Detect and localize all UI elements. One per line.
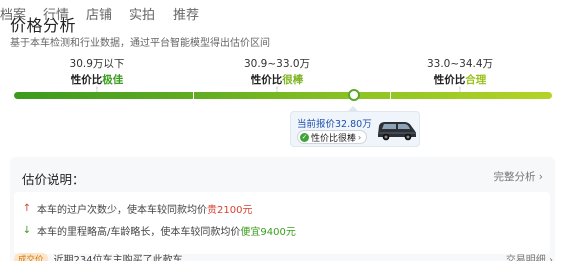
check-circle-icon: ✓ [300, 132, 309, 142]
arrow-down-icon: ↓ [22, 225, 32, 236]
current-price-card[interactable]: 当前报价32.80万 ✓ 性价比很棒 › [290, 106, 420, 147]
tab-store[interactable]: 店铺 [86, 4, 112, 23]
price-range-reasonable: 33.0~34.4万 性价比合理 ¦ [405, 56, 515, 94]
deal-badge: 成交价 [14, 252, 48, 261]
value-rating-badge[interactable]: ✓ 性价比很棒 › [297, 130, 368, 144]
range-price: 30.9万以下 [69, 58, 125, 70]
reason-text: 本车的里程略高/车龄略长，使本车较同款均价 [37, 227, 241, 238]
bar-divider [390, 92, 391, 99]
full-analysis-link[interactable]: 完整分析 › [493, 169, 543, 184]
valuation-explanation-card: 估价说明： 完整分析 › ↑ 本车的过户次数少，使本车较同款均价 贵2100元 … [10, 157, 555, 261]
range-level: 极佳 [102, 74, 124, 86]
arrow-up-icon: ↑ [22, 203, 32, 214]
explanation-title: 估价说明： [22, 172, 85, 187]
tab-recommend[interactable]: 推荐 [173, 4, 199, 23]
badge-label: 性价比很棒 [311, 133, 357, 144]
list-item: ↓ 本车的里程略高/车龄略长，使本车较同款均价 便宜9400元 [22, 223, 296, 238]
current-price: 当前报价32.80万 [297, 119, 372, 130]
minivan-icon [378, 122, 416, 141]
price-range-great: 30.9~33.0万 性价比很棒 ¦ [222, 56, 332, 94]
range-price: 33.0~34.4万 [426, 58, 494, 70]
bar-divider [193, 92, 194, 99]
reason-value: 便宜9400元 [240, 227, 296, 238]
recent-deals-row: 成交价 近期234位车主购买了此款车 [14, 251, 183, 261]
range-price: 30.9~33.0万 [243, 58, 311, 70]
range-level: 合理 [465, 74, 487, 86]
section-title: 价格分析 [10, 16, 77, 35]
range-level: 很棒 [282, 74, 304, 86]
chevron-right-icon: › [358, 132, 362, 142]
deal-text: 近期234位车主购买了此款车 [53, 255, 183, 261]
price-gradient-bar [14, 92, 552, 99]
section-subtitle: 基于本车检测和行业数据，通过平台智能模型得出估价区间 [10, 38, 270, 49]
price-range-excellent: 30.9万以下 性价比极佳 ¦ [42, 56, 152, 94]
deal-details-link[interactable]: 交易明细 › [506, 251, 553, 261]
reason-text: 本车的过户次数少，使本车较同款均价 [37, 205, 207, 216]
reason-value: 贵2100元 [207, 205, 253, 216]
reason-list: ↑ 本车的过户次数少，使本车较同款均价 贵2100元 ↓ 本车的里程略高/车龄略… [14, 192, 550, 254]
current-price-marker [348, 89, 360, 101]
tab-photos[interactable]: 实拍 [129, 4, 155, 23]
list-item: ↑ 本车的过户次数少，使本车较同款均价 贵2100元 [22, 201, 253, 216]
